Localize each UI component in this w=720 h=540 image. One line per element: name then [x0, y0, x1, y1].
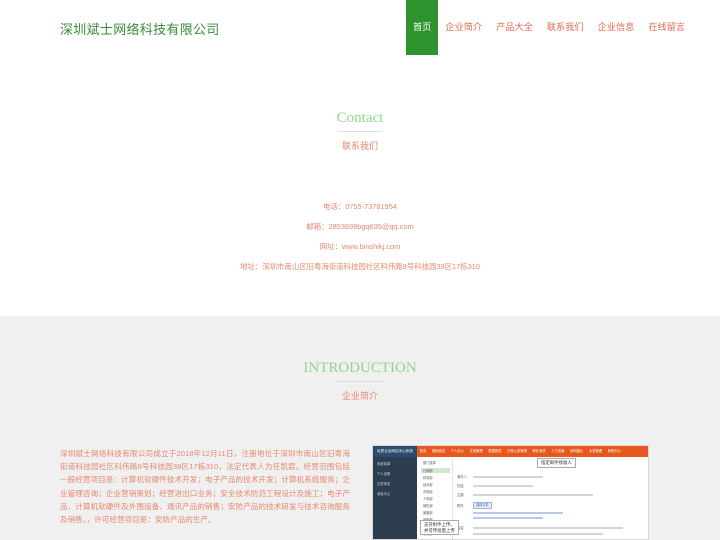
nav-item-message[interactable]: 在线留言 — [641, 0, 692, 55]
screenshot-callout-recipient: 指定邮件接收人 — [537, 458, 576, 468]
screenshot-tree-item: 技术部 — [423, 483, 433, 487]
intro-divider — [337, 381, 383, 382]
product-screenshot: 优质企业网站中心系统 首页 基础信息 个人办公 文档管理 数据报表 日常公务管理… — [372, 445, 649, 540]
screenshot-menu-item: 首页 — [419, 449, 427, 453]
callout-line: 支持附件上传， — [424, 522, 455, 527]
intro-subtitle: 企业简介 — [341, 391, 378, 401]
screenshot-tree-item: 财务部 — [423, 476, 433, 480]
screenshot-tree-item: 客服部 — [423, 511, 433, 515]
screenshot-tree-item: 销售部 — [423, 504, 433, 508]
screenshot-attachment-line — [473, 517, 543, 519]
intro-section: INTRODUCTION 企业简介 深圳斌士网络科技有限公司成立于2018年12… — [0, 316, 720, 540]
screenshot-menu-item: 邮件系统 — [532, 449, 546, 453]
intro-text: 深圳斌士网络科技有限公司成立于2018年12月11日，注册地位于深圳市南山区旧粤… — [60, 449, 350, 525]
contact-divider — [337, 131, 383, 132]
main-nav: 首页 企业简介 产品大全 联系我们 企业信息 在线留言 — [406, 0, 692, 55]
screenshot-side-item: 个人设置 — [377, 472, 391, 476]
screenshot-label: 附件 — [457, 504, 464, 508]
screenshot-menu-item: 业务管理 — [588, 449, 603, 453]
callout-line: 并可传批量上传 — [424, 527, 455, 533]
intro-title: INTRODUCTION — [303, 360, 417, 376]
screenshot-body: 收件人 抄送 主题 附件 选择文件 内容 — [455, 459, 648, 539]
screenshot-side-item: 系统菜单 — [377, 462, 391, 466]
screenshot-field — [473, 476, 543, 478]
screenshot-menu-item: 数据报表 — [488, 449, 502, 453]
contact-title: Contact — [336, 110, 384, 126]
screenshot-menu-item: 个人办公 — [450, 449, 464, 453]
screenshot-menu: 首页 基础信息 个人办公 文档管理 数据报表 日常公务管理 邮件系统 人力资源 … — [417, 446, 624, 457]
site-brand[interactable]: 深圳斌士网络科技有限公司 — [60, 19, 220, 38]
screenshot-field — [473, 527, 623, 529]
screenshot-label: 抄送 — [457, 484, 464, 488]
screenshot-menu-item: 资料图片 — [570, 449, 584, 453]
screenshot-label: 主题 — [457, 493, 464, 497]
screenshot-brand: 优质企业网站中心系统 — [373, 446, 417, 457]
screenshot-callout-attachment: 支持附件上传， 并可传批量上传 — [420, 520, 459, 536]
screenshot-menu-item: 日常公务管理 — [507, 449, 527, 453]
contact-subtitle: 联系我们 — [341, 141, 378, 151]
contact-phone: 电话：0755-73781954 — [323, 202, 397, 211]
nav-item-home[interactable]: 首页 — [406, 0, 439, 55]
screenshot-field — [473, 485, 533, 487]
screenshot-menu-item: 基础信息 — [431, 449, 446, 453]
nav-item-about[interactable]: 企业简介 — [438, 0, 489, 55]
screenshot-upload-button: 选择文件 — [473, 502, 492, 509]
screenshot-field — [473, 533, 603, 535]
site-header: 深圳斌士网络科技有限公司 首页 企业简介 产品大全 联系我们 企业信息 在线留言 — [0, 0, 720, 55]
screenshot-menu-item: 文档管理 — [469, 449, 483, 453]
screenshot-side-item: 消息中心 — [377, 492, 391, 496]
screenshot-tree-item: 人事部 — [423, 497, 433, 501]
screenshot-attachment-line — [473, 512, 563, 514]
screenshot-label: 收件人 — [457, 475, 467, 479]
screenshot-tree-item: 行政部 — [421, 468, 450, 473]
screenshot-menu-item: 人力资源 — [551, 449, 565, 453]
contact-address: 地址：深圳市南山区旧粤海街道科技园社区科伟路9号科技园39区17栋310 — [240, 262, 480, 271]
nav-item-company-info[interactable]: 企业信息 — [591, 0, 642, 55]
nav-item-contact[interactable]: 联系我们 — [540, 0, 591, 55]
screenshot-field — [473, 494, 593, 496]
screenshot-sidebar: 系统菜单 个人设置 日常事务 消息中心 — [373, 457, 417, 539]
screenshot-tree-item: 市场部 — [423, 490, 433, 494]
contact-email: 邮箱：2853699bgq635@qq.com — [306, 222, 414, 231]
contact-website: 网址：www.binshikj.com — [319, 242, 401, 251]
nav-item-products[interactable]: 产品大全 — [489, 0, 540, 55]
screenshot-side-item: 日常事务 — [377, 482, 391, 486]
screenshot-menu-item: 系统中心 — [607, 449, 621, 453]
screenshot-tree-item: 部门选择 — [423, 461, 436, 465]
